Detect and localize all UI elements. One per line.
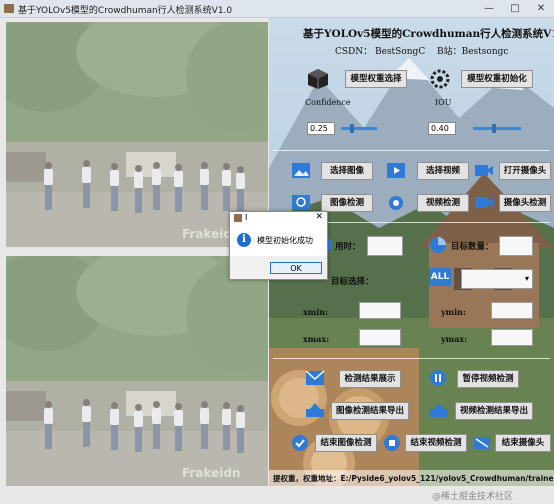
window-title: 基于YOLOv5模型的Crowdhuman行人检测系统V1.0 bbox=[18, 6, 233, 16]
pause-icon bbox=[430, 370, 446, 386]
ok-button[interactable]: OK bbox=[270, 262, 322, 274]
all-icon: ALL bbox=[429, 268, 451, 286]
end-camera-button[interactable]: 结束摄像头 bbox=[495, 434, 551, 452]
chevron-down-icon: ▾ bbox=[524, 274, 529, 283]
csdn-label: CSDN： BestSongC bbox=[335, 47, 426, 57]
confidence-label: Confidence bbox=[305, 98, 351, 107]
status-text: 提权重，权重地址：E:/Pyside6_yolov5_121/yolov5_Cr… bbox=[273, 474, 553, 483]
image-icon bbox=[292, 163, 310, 178]
cube-icon bbox=[308, 69, 328, 89]
camera-detect-icon bbox=[475, 197, 493, 208]
export-video-button[interactable]: 视频检测结果导出 bbox=[455, 402, 533, 420]
maximize-button[interactable]: □ bbox=[502, 0, 528, 17]
mail-icon bbox=[305, 370, 325, 385]
xmin-field bbox=[359, 302, 401, 319]
time-field bbox=[367, 236, 403, 256]
target-count-field bbox=[499, 236, 533, 256]
image-watermark: Frakeidn bbox=[182, 466, 241, 480]
export-image-icon bbox=[306, 403, 324, 417]
confidence-spinbox[interactable]: 0.25 bbox=[307, 122, 335, 135]
dialog-close-button[interactable]: ✕ bbox=[315, 212, 323, 222]
image-detect-icon bbox=[292, 195, 310, 210]
ymax-field bbox=[491, 329, 533, 346]
xmax-field bbox=[359, 329, 401, 346]
select-video-button[interactable]: 选择视频 bbox=[417, 162, 469, 180]
ymax-label: ymax: bbox=[441, 334, 468, 344]
info-icon: i bbox=[237, 233, 251, 247]
image-detect-button[interactable]: 图像检测 bbox=[321, 194, 373, 212]
dialog-body: i 模型初始化成功 bbox=[230, 224, 327, 256]
divider bbox=[273, 150, 550, 151]
camera-off-icon bbox=[474, 437, 490, 449]
minimize-button[interactable]: — bbox=[476, 0, 502, 17]
status-bar: 提权重，权重地址：E:/Pyside6_yolov5_121/yolov5_Cr… bbox=[269, 470, 554, 486]
iou-spinbox[interactable]: 0.40 bbox=[428, 122, 456, 135]
window-titlebar: 基于YOLOv5模型的Crowdhuman行人检测系统V1.0 — □ ✕ bbox=[0, 0, 554, 18]
video-detect-button[interactable]: 视频检测 bbox=[417, 194, 469, 212]
dialog-footer: OK bbox=[230, 256, 327, 279]
gear-icon bbox=[430, 69, 450, 89]
confidence-slider[interactable] bbox=[341, 124, 377, 133]
target-select-dropdown[interactable]: ▾ bbox=[461, 269, 533, 289]
divider bbox=[273, 358, 550, 359]
dialog-titlebar: I ✕ bbox=[230, 212, 327, 224]
check-circle-icon bbox=[292, 435, 308, 451]
confidence-slider-handle[interactable] bbox=[350, 124, 354, 133]
ymin-field bbox=[491, 302, 533, 319]
time-label: 用时： bbox=[335, 242, 361, 252]
result-image-panel: Frakeidn bbox=[6, 256, 268, 486]
video-detect-icon bbox=[389, 196, 403, 210]
open-camera-button[interactable]: 打开摄像头 bbox=[499, 162, 551, 180]
select-weights-button[interactable]: 模型权重选择 bbox=[345, 70, 407, 88]
pie-icon bbox=[430, 237, 446, 253]
close-window-button[interactable]: ✕ bbox=[528, 0, 554, 17]
iou-slider[interactable] bbox=[473, 124, 521, 133]
pause-video-button[interactable]: 暂停视频检测 bbox=[457, 370, 519, 388]
end-video-button[interactable]: 结束视频检测 bbox=[405, 434, 467, 452]
iou-slider-handle[interactable] bbox=[492, 124, 496, 133]
dialog-title: I bbox=[245, 213, 248, 222]
stop-icon bbox=[384, 435, 400, 451]
init-weights-button[interactable]: 模型权重初始化 bbox=[461, 70, 533, 88]
camera-icon bbox=[475, 165, 493, 176]
xmax-label: xmax: bbox=[303, 334, 330, 344]
app-icon bbox=[4, 4, 14, 13]
message-dialog: I ✕ i 模型初始化成功 OK bbox=[229, 211, 328, 280]
dialog-message: 模型初始化成功 bbox=[257, 236, 313, 245]
export-image-button[interactable]: 图像检测结果导出 bbox=[331, 402, 409, 420]
ymin-label: ymin: bbox=[441, 307, 466, 317]
target-count-label: 目标数量： bbox=[451, 242, 494, 252]
bilibili-label: B站：Bestsongc bbox=[437, 47, 509, 57]
site-watermark: @稀土掘金技术社区 bbox=[432, 492, 514, 502]
dialog-app-icon bbox=[234, 214, 242, 222]
select-image-button[interactable]: 选择图像 bbox=[321, 162, 373, 180]
camera-detect-button[interactable]: 摄像头检测 bbox=[499, 194, 551, 212]
panel-title: 基于YOLOv5模型的Crowdhuman行人检测系统V1.0 bbox=[303, 28, 554, 40]
target-select-label: 目标选择： bbox=[331, 277, 374, 287]
export-video-icon bbox=[430, 403, 448, 417]
bottom-strip: @稀土掘金技术社区 bbox=[0, 486, 554, 504]
show-result-button[interactable]: 检测结果展示 bbox=[339, 370, 401, 388]
end-image-button[interactable]: 结束图像检测 bbox=[315, 434, 377, 452]
iou-label: IOU bbox=[435, 98, 452, 107]
xmin-label: xmin: bbox=[303, 307, 329, 317]
video-icon bbox=[387, 163, 405, 178]
